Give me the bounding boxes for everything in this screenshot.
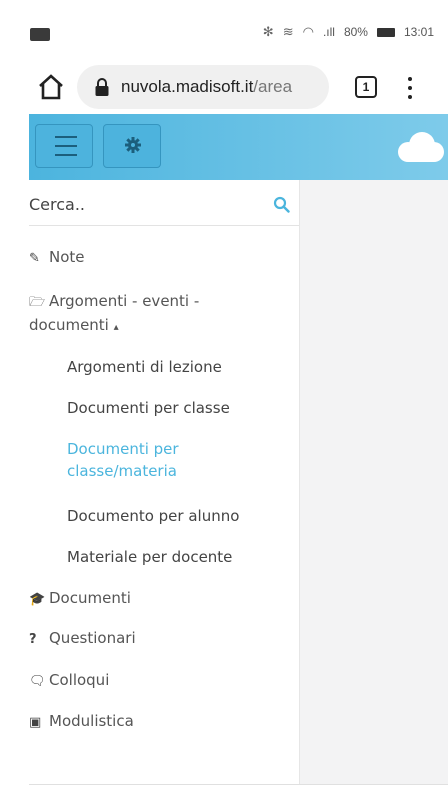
caret-up-icon: ▴ [113,322,119,333]
sidebar-subitem-documenti-classe-materia[interactable]: Documenti per classe/materia [67,438,267,482]
sidebar-item-label: Argomenti - eventi - [49,292,200,310]
sidebar-item-label: Questionari [49,629,136,647]
notification-icon [30,28,50,41]
sidebar-item-questionari[interactable]: ? Questionari [29,627,136,651]
main-content [300,180,448,784]
url-path: /area [253,77,293,96]
bluetooth-icon: ✻ [262,24,274,39]
briefcase-icon: ▣ [29,715,42,730]
sidebar-item-documenti[interactable]: 🎓 Documenti [29,587,131,611]
hamburger-menu-button[interactable] [35,124,93,168]
wifi-icon: ◠ [302,24,314,39]
address-bar[interactable]: nuvola.madisoft.it/area [77,65,329,109]
sidebar-subitem-argomenti-lezione[interactable]: Argomenti di lezione [67,356,222,378]
settings-button[interactable] [103,124,161,168]
url-host: nuvola.madisoft.it [121,77,254,96]
url-text: nuvola.madisoft.it/area [121,77,292,97]
sidebar-item-label: Colloqui [49,671,110,689]
search-icon[interactable] [273,196,290,213]
chat-icon: 🗨 [29,674,46,689]
sidebar-item-note[interactable]: ✎ Note [29,246,85,270]
lock-icon [94,78,110,96]
pin-icon: ✎ [29,251,40,266]
battery-level: 80% [343,25,368,39]
app-header [29,114,448,180]
sidebar-item-argomenti[interactable]: 🗁 Argomenti - eventi - documenti ▴ [29,290,199,339]
search-input[interactable] [29,188,259,220]
hotspot-icon: ≋ [282,24,294,39]
graduation-cap-icon: 🎓 [29,592,46,607]
sidebar-bottom-border [29,784,448,785]
tab-switcher-button[interactable]: 1 [355,76,377,98]
battery-icon [376,27,395,37]
sidebar-divider [299,180,300,784]
home-icon[interactable] [36,72,66,102]
sidebar-item-label: Note [49,248,85,266]
sidebar-subitem-documento-alunno[interactable]: Documento per alunno [67,505,239,527]
sidebar-subitem-materiale-docente[interactable]: Materiale per docente [67,546,232,568]
sidebar-search [29,182,299,226]
sidebar-item-colloqui[interactable]: 🗨 Colloqui [29,669,109,693]
sidebar-subitem-documenti-classe[interactable]: Documenti per classe [67,397,230,419]
sidebar-item-label-line2: documenti [29,316,109,334]
gear-icon [125,137,141,153]
overflow-menu-icon[interactable] [404,74,416,102]
folder-open-icon: 🗁 [29,295,46,310]
sidebar-item-modulistica[interactable]: ▣ Modulistica [29,710,134,734]
status-bar: ✻ ≋ ◠ .ıll 80% 13:01 [0,0,448,58]
browser-toolbar: nuvola.madisoft.it/area 1 [0,58,448,114]
question-icon: ? [29,632,37,647]
sidebar-item-label: Documenti [49,589,131,607]
status-icons: ✻ ≋ ◠ .ıll 80% 13:01 [263,24,434,40]
signal-icon: .ıll [322,25,335,39]
clock: 13:01 [403,25,434,39]
cloud-logo-icon [398,132,444,162]
sidebar-item-label: Modulistica [49,712,134,730]
